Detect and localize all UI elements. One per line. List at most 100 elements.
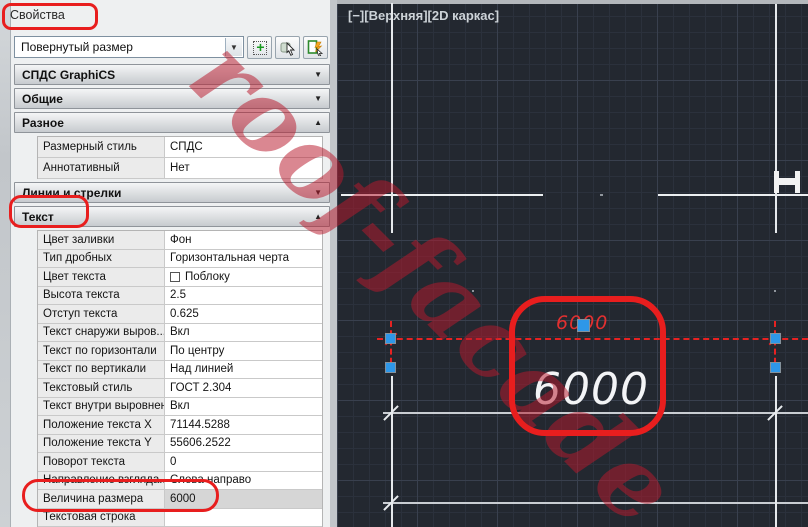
chevron-down-icon[interactable]: ▼ bbox=[314, 188, 322, 197]
prop-value[interactable]: Нет bbox=[165, 158, 322, 178]
prop-label: Текстовая строка bbox=[38, 508, 165, 526]
chevron-down-icon[interactable]: ▼ bbox=[314, 94, 322, 103]
line-midpoint-dot bbox=[600, 194, 603, 196]
hbeam-column-icon[interactable] bbox=[779, 178, 795, 185]
dimension-line-lower[interactable] bbox=[383, 502, 808, 504]
table-row: Текстовый стиль ГОСТ 2.304 bbox=[38, 379, 322, 398]
prop-value[interactable]: Вкл bbox=[165, 397, 322, 415]
prop-value[interactable] bbox=[165, 508, 322, 526]
prop-label: Текст по горизонтали bbox=[38, 342, 165, 360]
chevron-up-icon[interactable]: ▲ bbox=[314, 118, 322, 127]
prop-value[interactable]: Слева направо bbox=[165, 471, 322, 489]
grip-left-lower[interactable] bbox=[385, 362, 396, 373]
chevron-up-icon[interactable]: ▲ bbox=[314, 212, 322, 221]
dimension-text[interactable]: 6000 bbox=[533, 364, 649, 415]
prop-label: Цвет текста bbox=[38, 268, 165, 286]
tekst-table: Цвет заливки Фон Тип дробных Горизонталь… bbox=[37, 230, 323, 527]
object-type-value: Повернутый размер bbox=[21, 40, 133, 54]
prop-label: Размерный стиль bbox=[38, 137, 165, 157]
section-label: Разное bbox=[22, 115, 64, 130]
table-row: Положение текста Y 55606.2522 bbox=[38, 434, 322, 453]
table-row: Положение текста X 71144.5288 bbox=[38, 416, 322, 435]
prop-value[interactable]: 0.625 bbox=[165, 305, 322, 323]
section-header-obshchie[interactable]: Общие ▼ bbox=[14, 88, 330, 109]
select-objects-button[interactable] bbox=[275, 36, 300, 59]
prop-value[interactable]: Вкл bbox=[165, 323, 322, 341]
prop-label: Текстовый стиль bbox=[38, 379, 165, 397]
object-type-row: Повернутый размер ▼ + bbox=[14, 36, 330, 59]
prop-label: Величина размера bbox=[38, 490, 165, 508]
section-label: Текст bbox=[22, 209, 54, 224]
object-type-dropdown[interactable]: Повернутый размер ▼ bbox=[14, 36, 244, 58]
prop-value[interactable]: 2.5 bbox=[165, 286, 322, 304]
toggle-pickadd-button[interactable]: + bbox=[247, 36, 272, 59]
table-row: Текст внутри выровнен Вкл bbox=[38, 397, 322, 416]
axis-line-horizontal-left[interactable] bbox=[341, 194, 543, 196]
quick-select-lightning-icon bbox=[307, 40, 324, 56]
prop-value-text: Поблоку bbox=[185, 270, 230, 283]
section-header-linii-i-strelki[interactable]: Линии и стрелки ▼ bbox=[14, 182, 330, 203]
chevron-down-icon[interactable]: ▼ bbox=[314, 70, 322, 79]
drawing-canvas[interactable]: [−][Верхняя][2D каркас] 6000 6000 bbox=[337, 0, 808, 527]
palette-side-rail[interactable] bbox=[0, 0, 11, 527]
prop-value[interactable]: Горизонтальная черта bbox=[165, 249, 322, 267]
viewport-controls-label[interactable]: [−][Верхняя][2D каркас] bbox=[348, 8, 499, 23]
table-row: Размерный стиль СПДС bbox=[38, 137, 322, 158]
prop-value[interactable]: СПДС bbox=[165, 137, 322, 157]
prop-label: Отступ текста bbox=[38, 305, 165, 323]
property-sections: СПДС GraphiCS ▼ Общие ▼ Разное ▲ Размерн… bbox=[14, 64, 330, 527]
quick-select-button[interactable] bbox=[303, 36, 328, 59]
table-row: Направление взгляда... Слева направо bbox=[38, 471, 322, 490]
table-row: Тип дробных Горизонтальная черта bbox=[38, 249, 322, 268]
table-row: Цвет заливки Фон bbox=[38, 231, 322, 250]
prop-label: Тип дробных bbox=[38, 249, 165, 267]
table-row: Цвет текста Поблоку bbox=[38, 268, 322, 287]
prop-label: Текст снаружи выров... bbox=[38, 323, 165, 341]
section-header-spds-graphics[interactable]: СПДС GraphiCS ▼ bbox=[14, 64, 330, 85]
prop-label: Направление взгляда... bbox=[38, 471, 165, 489]
grip-text-center[interactable] bbox=[577, 319, 590, 332]
prop-value[interactable]: 55606.2522 bbox=[165, 434, 322, 452]
table-row: Высота текста 2.5 bbox=[38, 286, 322, 305]
prop-value[interactable]: 0 bbox=[165, 453, 322, 471]
canvas-top-edge bbox=[337, 0, 808, 4]
extension-line-right-bottom[interactable] bbox=[775, 376, 777, 527]
raznoe-table: Размерный стиль СПДС Аннотативный Нет bbox=[37, 136, 323, 179]
section-header-tekst[interactable]: Текст ▲ bbox=[14, 206, 330, 227]
prop-value[interactable]: Над линией bbox=[165, 360, 322, 378]
blip-dot bbox=[774, 290, 776, 292]
prop-label: Поворот текста bbox=[38, 453, 165, 471]
table-row: Текст по горизонтали По центру bbox=[38, 342, 322, 361]
color-swatch bbox=[170, 271, 180, 282]
axis-line-vertical-right-top[interactable] bbox=[775, 4, 777, 233]
blip-dot bbox=[472, 290, 474, 292]
section-label: Линии и стрелки bbox=[22, 185, 122, 200]
axis-line-vertical-left-top[interactable] bbox=[391, 3, 393, 233]
chevron-down-icon[interactable]: ▼ bbox=[225, 38, 242, 56]
hbeam-column-icon[interactable] bbox=[795, 171, 800, 193]
table-row: Поворот текста 0 bbox=[38, 453, 322, 472]
prop-value[interactable]: Фон bbox=[165, 231, 322, 249]
extension-line-left-bottom[interactable] bbox=[391, 376, 393, 527]
prop-value[interactable]: ГОСТ 2.304 bbox=[165, 379, 322, 397]
table-row: Текст снаружи выров... Вкл bbox=[38, 323, 322, 342]
section-label: СПДС GraphiCS bbox=[22, 67, 116, 82]
prop-value[interactable]: Поблоку bbox=[165, 268, 322, 286]
prop-value[interactable]: 71144.5288 bbox=[165, 416, 322, 434]
prop-label: Положение текста Y bbox=[38, 434, 165, 452]
grip-right-upper[interactable] bbox=[770, 333, 781, 344]
select-objects-cursor-icon bbox=[280, 41, 296, 56]
prop-label: Высота текста bbox=[38, 286, 165, 304]
properties-palette: Свойства Повернутый размер ▼ + СПДС Grap… bbox=[0, 0, 337, 527]
prop-label: Цвет заливки bbox=[38, 231, 165, 249]
section-header-raznoe[interactable]: Разное ▲ bbox=[14, 112, 330, 133]
palette-title: Свойства bbox=[10, 8, 65, 22]
prop-label: Текст внутри выровнен bbox=[38, 397, 165, 415]
selected-dimension-line[interactable] bbox=[377, 338, 808, 340]
axis-line-horizontal-right[interactable] bbox=[658, 194, 808, 196]
grip-left-upper[interactable] bbox=[385, 333, 396, 344]
prop-label: Аннотативный bbox=[38, 158, 165, 178]
prop-label: Текст по вертикали bbox=[38, 360, 165, 378]
prop-value[interactable]: По центру bbox=[165, 342, 322, 360]
grip-right-lower[interactable] bbox=[770, 362, 781, 373]
